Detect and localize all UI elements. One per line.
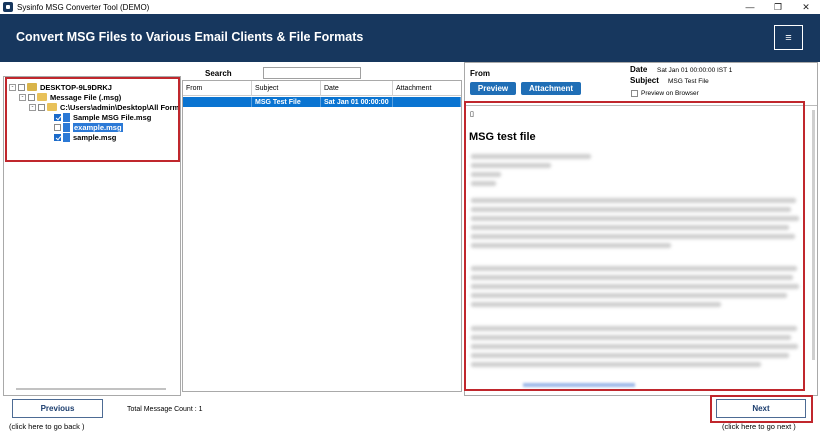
horizontal-scrollbar[interactable] xyxy=(16,388,166,390)
blurred-text-line xyxy=(471,335,791,340)
blurred-text-line xyxy=(471,163,551,168)
blurred-text-line xyxy=(471,344,798,349)
date-value: Sat Jan 01 00:00:00 IST 1 xyxy=(657,67,733,74)
blurred-text-line xyxy=(471,275,793,280)
subject-value: MSG Test File xyxy=(668,78,709,85)
page-title: Convert MSG Files to Various Email Clien… xyxy=(16,30,364,44)
preview-on-browser-checkbox[interactable] xyxy=(631,90,638,97)
tree-node-path[interactable]: - C:\Users\admin\Desktop\All Form xyxy=(29,102,179,112)
preview-panel: From Preview Attachment Date Sat Jan 01 … xyxy=(464,62,818,396)
blurred-text-line xyxy=(471,154,591,159)
blurred-text-line xyxy=(471,216,799,221)
total-message-count: Total Message Count : 1 xyxy=(127,406,203,413)
search-label: Search xyxy=(205,69,232,78)
blurred-text-line xyxy=(471,284,799,289)
message-list-panel: From Subject Date Attachment MSG Test Fi… xyxy=(182,80,462,392)
window-controls: — ❐ ✕ xyxy=(736,0,820,14)
date-label: Date xyxy=(630,65,648,74)
maximize-button[interactable]: ❐ xyxy=(764,0,792,14)
subject-label: Subject xyxy=(630,76,659,85)
menu-button[interactable]: ≡ xyxy=(774,25,803,50)
tree-node-file-selected[interactable]: example.msg xyxy=(54,122,123,132)
message-body-view: ▯ MSG test file xyxy=(465,105,817,395)
collapse-icon[interactable]: - xyxy=(9,83,16,91)
window-title: Sysinfo MSG Converter Tool (DEMO) xyxy=(17,2,150,12)
blurred-text-line xyxy=(471,293,787,298)
tree-checkbox-checked[interactable] xyxy=(54,133,61,141)
column-header-attachment[interactable]: Attachment xyxy=(393,81,461,96)
hamburger-menu-icon: ≡ xyxy=(785,31,792,44)
blurred-link xyxy=(523,383,635,387)
tree-checkbox[interactable] xyxy=(28,93,35,101)
previous-hint: (click here to go back ) xyxy=(9,422,85,431)
blurred-text-line xyxy=(471,234,795,239)
msg-file-icon xyxy=(63,112,70,122)
computer-icon xyxy=(27,83,37,91)
cell-from xyxy=(183,97,252,107)
folder-icon xyxy=(47,103,57,111)
column-header-date[interactable]: Date xyxy=(321,81,393,96)
preview-on-browser-option[interactable]: Preview on Browser xyxy=(631,90,699,97)
previous-button[interactable]: Previous xyxy=(12,399,103,418)
app-logo-icon xyxy=(3,2,13,12)
cell-date: Sat Jan 01 00:00:00 xyxy=(321,97,393,107)
preview-header: From Preview Attachment Date Sat Jan 01 … xyxy=(465,63,817,103)
tree-checkbox-checked[interactable] xyxy=(54,113,61,121)
folder-icon xyxy=(37,93,47,101)
attachment-button[interactable]: Attachment xyxy=(521,82,581,95)
tree-label-file: example.msg xyxy=(73,122,123,132)
blurred-text-line xyxy=(471,326,797,331)
tree-label-message-file: Message File (.msg) xyxy=(50,92,122,102)
preview-on-browser-label: Preview on Browser xyxy=(641,90,699,97)
app-header: Convert MSG Files to Various Email Clien… xyxy=(0,14,820,62)
tree-node-message-file[interactable]: - Message File (.msg) xyxy=(19,92,121,102)
blurred-text-line xyxy=(471,266,797,271)
table-row[interactable]: MSG Test File Sat Jan 01 00:00:00 xyxy=(183,97,461,107)
blurred-text-line xyxy=(471,243,671,248)
folder-tree-panel: - DESKTOP-9L9DRKJ - Message File (.msg) … xyxy=(3,76,181,396)
window-titlebar: Sysinfo MSG Converter Tool (DEMO) — ❐ ✕ xyxy=(0,0,820,14)
tree-label-path: C:\Users\admin\Desktop\All Form xyxy=(60,102,180,112)
blurred-text-line xyxy=(471,225,789,230)
cell-subject: MSG Test File xyxy=(252,97,321,107)
msg-file-icon xyxy=(63,132,70,142)
tree-checkbox[interactable] xyxy=(54,123,61,131)
tree-checkbox[interactable] xyxy=(18,83,25,91)
blurred-text-line xyxy=(471,172,501,177)
blurred-text-line xyxy=(471,198,796,203)
column-header-from[interactable]: From xyxy=(183,81,252,96)
blurred-text-line xyxy=(471,181,496,186)
message-list-header: From Subject Date Attachment xyxy=(183,81,461,96)
collapse-icon[interactable]: - xyxy=(19,93,26,101)
collapse-icon[interactable]: - xyxy=(29,103,36,111)
msg-file-icon xyxy=(63,122,70,132)
vertical-scrollbar[interactable] xyxy=(812,110,815,360)
column-header-subject[interactable]: Subject xyxy=(252,81,321,96)
search-input[interactable] xyxy=(263,67,361,79)
tree-checkbox[interactable] xyxy=(38,103,45,111)
missing-glyph-icon: ▯ xyxy=(470,111,474,118)
tree-label-file: sample.msg xyxy=(73,132,117,142)
next-hint: (click here to go next ) xyxy=(722,422,796,431)
tree-node-file[interactable]: Sample MSG File.msg xyxy=(54,112,151,122)
tree-node-file[interactable]: sample.msg xyxy=(54,132,116,142)
from-label: From xyxy=(470,69,490,78)
minimize-button[interactable]: — xyxy=(736,0,764,14)
tree-label-file: Sample MSG File.msg xyxy=(73,112,152,122)
close-button[interactable]: ✕ xyxy=(792,0,820,14)
message-body-title: MSG test file xyxy=(469,131,536,143)
next-button[interactable]: Next xyxy=(716,399,806,418)
blurred-text-line xyxy=(471,362,761,367)
blurred-text-line xyxy=(471,302,721,307)
blurred-text-line xyxy=(471,353,789,358)
tree-label-computer: DESKTOP-9L9DRKJ xyxy=(40,82,112,92)
blurred-text-line xyxy=(471,207,791,212)
cell-attachment xyxy=(393,97,461,107)
tree-node-computer[interactable]: - DESKTOP-9L9DRKJ xyxy=(9,82,112,92)
preview-button[interactable]: Preview xyxy=(470,82,516,95)
